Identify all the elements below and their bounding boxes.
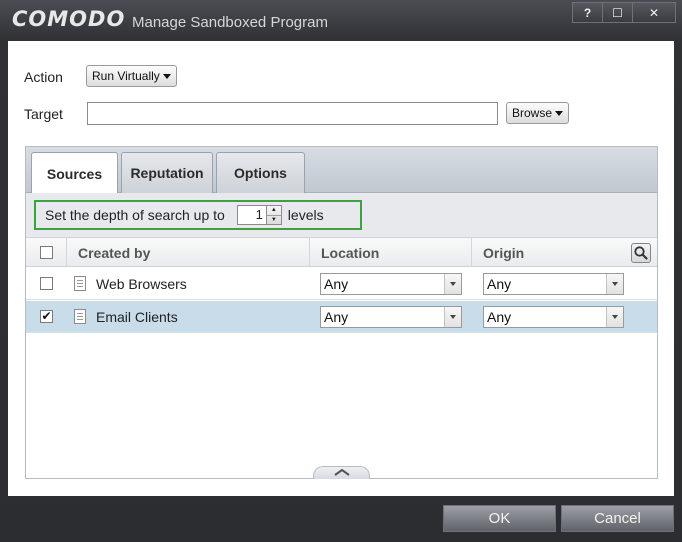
chevron-up-icon: [333, 468, 350, 476]
tab-options[interactable]: Options: [216, 152, 305, 193]
column-origin[interactable]: Origin: [471, 238, 621, 267]
cancel-button[interactable]: Cancel: [561, 505, 674, 532]
table-row[interactable]: Web Browsers Any Any: [26, 268, 657, 300]
depth-bar: Set the depth of search up to 1 ▲ ▼ leve…: [26, 193, 657, 237]
action-label: Action: [24, 69, 63, 85]
help-button[interactable]: ?: [572, 2, 603, 23]
ok-button[interactable]: OK: [443, 505, 556, 532]
depth-setting-highlight: Set the depth of search up to 1 ▲ ▼ leve…: [34, 200, 362, 230]
origin-select-value: Any: [487, 309, 512, 325]
target-input[interactable]: [87, 102, 498, 125]
chevron-down-icon: [555, 110, 564, 116]
chevron-down-icon[interactable]: [444, 307, 461, 327]
tab-reputation[interactable]: Reputation: [121, 152, 213, 193]
table-row[interactable]: ✔ Email Clients Any Any: [26, 301, 657, 333]
browse-button-label: Browse: [512, 106, 553, 120]
table-header: Created by Location Origin: [26, 237, 657, 267]
dialog-content: Action Run Virtually Target Browse Sourc…: [8, 41, 674, 496]
origin-select-value: Any: [487, 276, 512, 292]
depth-value[interactable]: 1: [237, 206, 266, 224]
chevron-down-icon: [162, 73, 171, 79]
tab-sources[interactable]: Sources: [31, 152, 118, 194]
location-select[interactable]: Any: [320, 273, 462, 295]
row-checkbox[interactable]: ✔: [40, 310, 53, 323]
origin-select[interactable]: Any: [483, 273, 624, 295]
maximize-button[interactable]: ☐: [602, 2, 633, 23]
comodo-logo: COMODO: [12, 7, 126, 31]
document-icon: [74, 309, 86, 324]
chevron-down-icon[interactable]: [606, 274, 623, 294]
action-dropdown[interactable]: Run Virtually: [86, 65, 177, 87]
select-all-checkbox[interactable]: [40, 246, 53, 259]
document-icon: [74, 276, 86, 291]
column-created-by[interactable]: Created by: [66, 238, 309, 267]
search-icon: [634, 246, 648, 260]
origin-select[interactable]: Any: [483, 306, 624, 328]
target-label: Target: [24, 106, 63, 122]
row-checkbox[interactable]: [40, 277, 53, 290]
depth-stepper[interactable]: 1 ▲ ▼: [236, 205, 282, 225]
location-select[interactable]: Any: [320, 306, 462, 328]
title-bar[interactable]: COMODO Manage Sandboxed Program ? ☐ ✕: [0, 0, 682, 40]
window-controls: ? ☐ ✕: [572, 2, 676, 23]
chevron-down-icon[interactable]: [444, 274, 461, 294]
window-title: Manage Sandboxed Program: [132, 14, 328, 31]
search-button[interactable]: [631, 243, 651, 263]
collapse-handle[interactable]: [313, 466, 370, 479]
chevron-down-icon[interactable]: [606, 307, 623, 327]
row-created-by: Web Browsers: [96, 276, 187, 292]
stepper-up-icon[interactable]: ▲: [267, 206, 281, 215]
close-button[interactable]: ✕: [632, 2, 676, 23]
action-dropdown-value: Run Virtually: [92, 69, 160, 83]
depth-prefix-text: Set the depth of search up to: [45, 207, 225, 223]
depth-suffix-text: levels: [287, 207, 324, 223]
location-select-value: Any: [324, 309, 349, 325]
tab-strip: Sources Reputation Options: [26, 147, 657, 194]
location-select-value: Any: [324, 276, 349, 292]
dialog-window: COMODO Manage Sandboxed Program ? ☐ ✕ Ac…: [0, 0, 682, 542]
browse-button[interactable]: Browse: [506, 102, 570, 124]
stepper-arrows: ▲ ▼: [265, 206, 281, 225]
stepper-down-icon[interactable]: ▼: [266, 214, 281, 225]
row-created-by: Email Clients: [96, 309, 178, 325]
sources-panel: Sources Reputation Options Set the depth…: [25, 146, 658, 479]
column-location[interactable]: Location: [309, 238, 471, 267]
